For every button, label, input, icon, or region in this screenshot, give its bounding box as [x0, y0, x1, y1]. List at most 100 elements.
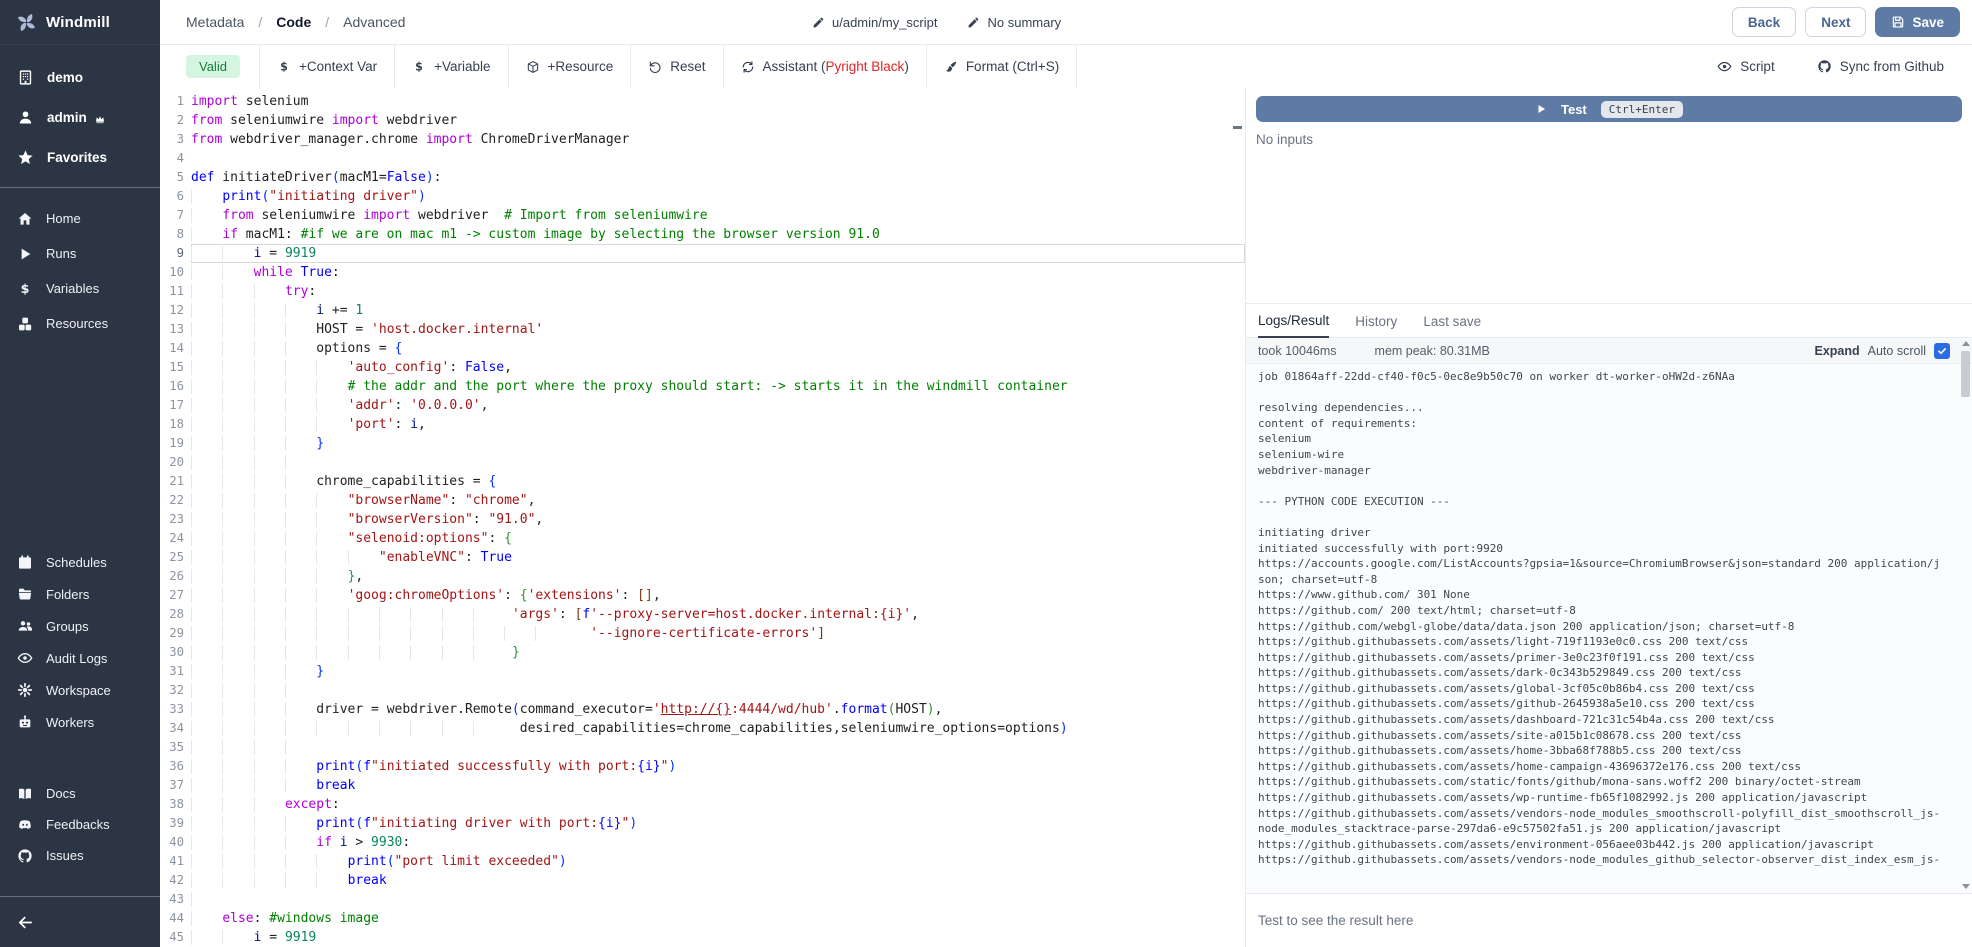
code-line[interactable]: 45 i = 9919 [160, 928, 1245, 947]
code-line[interactable]: 37 break [160, 776, 1245, 795]
pencil-icon [812, 16, 825, 29]
sidebar-nav-item[interactable]: Docs [0, 778, 160, 809]
editor-mode-tab[interactable]: Code / [276, 14, 329, 30]
logs-tab[interactable]: Logs/Result [1258, 313, 1329, 338]
code-line[interactable]: 14 options = { [160, 339, 1245, 358]
auto-scroll-label[interactable]: Auto scroll [1868, 344, 1926, 358]
sidebar-nav-item[interactable]: Audit Logs [0, 642, 160, 674]
code-line[interactable]: 35 [160, 738, 1245, 757]
script-kind-button[interactable]: Script [1711, 58, 1781, 75]
code-line[interactable]: 38 except: [160, 795, 1245, 814]
sidebar-nav-item[interactable]: Feedbacks [0, 809, 160, 840]
code-line[interactable]: 3from webdriver_manager.chrome import Ch… [160, 130, 1245, 149]
format-button[interactable]: Format (Ctrl+S) [926, 45, 1076, 88]
collapse-sidebar-button[interactable] [0, 897, 160, 947]
code-line[interactable]: 18 'port': i, [160, 415, 1245, 434]
code-line[interactable]: 9 i = 9919 [160, 244, 1245, 263]
code-line[interactable]: 8 if macM1: #if we are on mac m1 -> cust… [160, 225, 1245, 244]
auto-scroll-checkbox[interactable] [1934, 343, 1950, 359]
code-line[interactable]: 33 driver = webdriver.Remote(command_exe… [160, 700, 1245, 719]
code-line[interactable]: 12 i += 1 [160, 301, 1245, 320]
scrollbar-thumb[interactable] [1961, 351, 1970, 397]
code-line[interactable]: 31 } [160, 662, 1245, 681]
assistant-button[interactable]: Assistant (Pyright Black) [723, 45, 926, 88]
code-line[interactable]: 20 [160, 453, 1245, 472]
code-line[interactable]: 16 # the addr and the port where the pro… [160, 377, 1245, 396]
back-button[interactable]: Back [1732, 7, 1796, 37]
code-line[interactable]: 17 'addr': '0.0.0.0', [160, 396, 1245, 415]
code-line[interactable]: 4 [160, 149, 1245, 168]
sidebar-nav-item[interactable]: Groups [0, 610, 160, 642]
sidebar-item-label: demo [47, 70, 83, 85]
sidebar-workspace-item[interactable]: admin [0, 97, 160, 137]
logs-meta-row: took 10046ms mem peak: 80.31MB Expand Au… [1246, 338, 1972, 364]
code-line[interactable]: 32 [160, 681, 1245, 700]
arrow-left-icon [17, 914, 34, 931]
logs-tab[interactable]: History [1355, 314, 1397, 337]
code-line[interactable]: 44 else: #windows image [160, 909, 1245, 928]
add-context-var-button[interactable]: +Context Var [259, 45, 394, 88]
sidebar-nav-item[interactable]: Workers [0, 706, 160, 738]
sidebar-nav-item[interactable]: Variables [0, 271, 160, 306]
code-line[interactable]: 13 HOST = 'host.docker.internal' [160, 320, 1245, 339]
sidebar-item-label: Audit Logs [46, 651, 107, 666]
reset-button[interactable]: Reset [630, 45, 722, 88]
code-line[interactable]: 24 "selenoid:options": { [160, 529, 1245, 548]
code-line[interactable]: 23 "browserVersion": "91.0", [160, 510, 1245, 529]
code-line[interactable]: 2from seleniumwire import webdriver [160, 111, 1245, 130]
code-line[interactable]: 6 print("initiating driver") [160, 187, 1245, 206]
code-line[interactable]: 34 desired_capabilities=chrome_capabilit… [160, 719, 1245, 738]
test-button[interactable]: Test Ctrl+Enter [1256, 96, 1962, 122]
expand-logs-link[interactable]: Expand [1814, 344, 1859, 358]
sidebar-nav-item[interactable]: Schedules [0, 546, 160, 578]
sidebar-workspace-item[interactable]: Favorites [0, 137, 160, 177]
code-line[interactable]: 1import selenium [160, 92, 1245, 111]
code-line[interactable]: 10 while True: [160, 263, 1245, 282]
editor-mode-tab[interactable]: Advanced / [343, 14, 405, 30]
next-button[interactable]: Next [1805, 7, 1866, 37]
sidebar-workspace-item[interactable]: demo [0, 57, 160, 97]
script-path[interactable]: u/admin/my_script [812, 15, 937, 30]
code-line[interactable]: 30 } [160, 643, 1245, 662]
script-summary[interactable]: No summary [967, 15, 1061, 30]
code-line[interactable]: 5def initiateDriver(macM1=False): [160, 168, 1245, 187]
code-line[interactable]: 36 print(f"initiated successfully with p… [160, 757, 1245, 776]
editor-mode-tab[interactable]: Metadata / [186, 14, 262, 30]
sidebar-nav-item[interactable]: Home [0, 201, 160, 236]
code-line[interactable]: 19 } [160, 434, 1245, 453]
app-logo[interactable]: Windmill [0, 0, 160, 45]
scroll-down-icon[interactable] [1962, 884, 1970, 889]
add-variable-button[interactable]: +Variable [394, 45, 507, 88]
code-line[interactable]: 26 }, [160, 567, 1245, 586]
add-resource-button[interactable]: +Resource [508, 45, 631, 88]
sidebar-nav-item[interactable]: Resources [0, 306, 160, 341]
code-line[interactable]: 27 'goog:chromeOptions': {'extensions': … [160, 586, 1245, 605]
sync-from-github-button[interactable]: Sync from Github [1811, 58, 1950, 75]
editor-scrollbar[interactable] [1231, 88, 1245, 947]
code-line[interactable]: 40 if i > 9930: [160, 833, 1245, 852]
logs-scrollbar[interactable] [1960, 338, 1971, 892]
code-line[interactable]: 43 [160, 890, 1245, 909]
code-line[interactable]: 11 try: [160, 282, 1245, 301]
sidebar-nav-item[interactable]: Workspace [0, 674, 160, 706]
logs-tab[interactable]: Last save [1423, 314, 1481, 337]
sidebar-nav-item[interactable]: Runs [0, 236, 160, 271]
discord-icon [17, 817, 33, 833]
code-line[interactable]: 25 "enableVNC": True [160, 548, 1245, 567]
scroll-up-icon[interactable] [1962, 341, 1970, 346]
eye-icon [1717, 59, 1732, 74]
sidebar-nav-item[interactable]: Folders [0, 578, 160, 610]
code-line[interactable]: 21 chrome_capabilities = { [160, 472, 1245, 491]
logs-output[interactable]: job 01864aff-22dd-cf40-f0c5-0ec8e9b50c70… [1246, 364, 1972, 893]
code-editor[interactable]: 1import selenium2from seleniumwire impor… [160, 88, 1245, 947]
code-line[interactable]: 42 break [160, 871, 1245, 890]
save-button[interactable]: Save [1875, 7, 1960, 37]
code-line[interactable]: 29 '--ignore-certificate-errors'] [160, 624, 1245, 643]
code-line[interactable]: 7 from seleniumwire import webdriver # I… [160, 206, 1245, 225]
code-line[interactable]: 15 'auto_config': False, [160, 358, 1245, 377]
code-line[interactable]: 22 "browserName": "chrome", [160, 491, 1245, 510]
code-line[interactable]: 39 print(f"initiating driver with port:{… [160, 814, 1245, 833]
sidebar-nav-item[interactable]: Issues [0, 840, 160, 871]
code-line[interactable]: 28 'args': [f'--proxy-server=host.docker… [160, 605, 1245, 624]
code-line[interactable]: 41 print("port limit exceeded") [160, 852, 1245, 871]
